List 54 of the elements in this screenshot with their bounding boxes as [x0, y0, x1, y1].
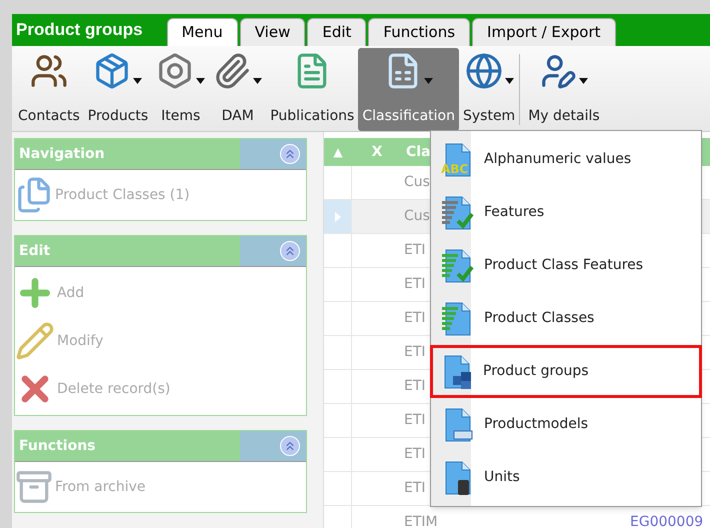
table-cell-text: Cus [404, 173, 430, 192]
menu-item[interactable]: Productmodels [431, 398, 701, 451]
tab[interactable]: Functions [368, 18, 470, 46]
table-cell-text: ETI [404, 343, 426, 362]
panel-title: Functions [15, 431, 240, 461]
caret-icon [196, 78, 206, 84]
table-cell-text: EG000009 [630, 513, 704, 528]
menu-item[interactable]: Units [431, 451, 701, 504]
menu-item[interactable]: Product groups [430, 345, 702, 398]
table-cell-text: Cus [404, 207, 430, 226]
tab[interactable]: Import / Export [472, 18, 616, 46]
caret-icon [133, 78, 142, 84]
toolbar-button[interactable]: Items [152, 48, 210, 131]
globe-icon [464, 52, 503, 90]
table-cell-text: ETI [404, 241, 426, 260]
collapse-icon[interactable] [280, 144, 300, 164]
menu-item[interactable]: Features [431, 186, 701, 239]
table-cell-text: ETI [404, 479, 426, 498]
row-marker[interactable] [324, 200, 352, 233]
tab[interactable]: Menu [166, 18, 238, 46]
paperclip-icon [213, 52, 252, 90]
pencil-icon [15, 321, 55, 361]
people-icon [30, 52, 68, 90]
tab[interactable]: View [240, 18, 306, 46]
toolbar-button[interactable]: Products [84, 48, 152, 131]
app-title: Product groups [16, 19, 144, 42]
tab[interactable]: Edit [307, 18, 366, 46]
table-cell-text: ETI [404, 377, 426, 396]
toolbar-button[interactable]: Publications [266, 48, 358, 131]
table-cell-text: ETI [404, 445, 426, 464]
caret-icon [579, 78, 588, 84]
menu-item[interactable]: Product Class Features [431, 239, 701, 292]
panel-title: Navigation [15, 139, 240, 169]
toolbar-button[interactable]: My details [524, 48, 604, 131]
collapse-icon[interactable] [280, 436, 300, 456]
caret-icon [424, 78, 434, 84]
table-cell-text: ETI [404, 275, 426, 294]
toolbar-button[interactable]: Classification [358, 48, 459, 131]
toolbar-button[interactable]: DAM [209, 48, 266, 131]
document-icon [440, 194, 474, 230]
document-icon [440, 248, 474, 284]
panel-title: Edit [15, 236, 240, 266]
table-cell-text: ETI [404, 411, 426, 430]
document-icon [15, 176, 53, 214]
collapse-icon[interactable] [280, 241, 300, 261]
table-cell-text: ETIM [404, 513, 438, 528]
toolbar-button[interactable]: Contacts [14, 48, 84, 131]
toolbar-button[interactable]: System [458, 48, 520, 131]
triangle-icon [334, 212, 340, 222]
menu-item[interactable]: Product Classes [431, 292, 701, 345]
table-cell-text: ETI [404, 309, 426, 328]
user-pencil-icon [539, 52, 578, 90]
caret-icon [504, 78, 514, 84]
caret-icon [253, 78, 262, 84]
